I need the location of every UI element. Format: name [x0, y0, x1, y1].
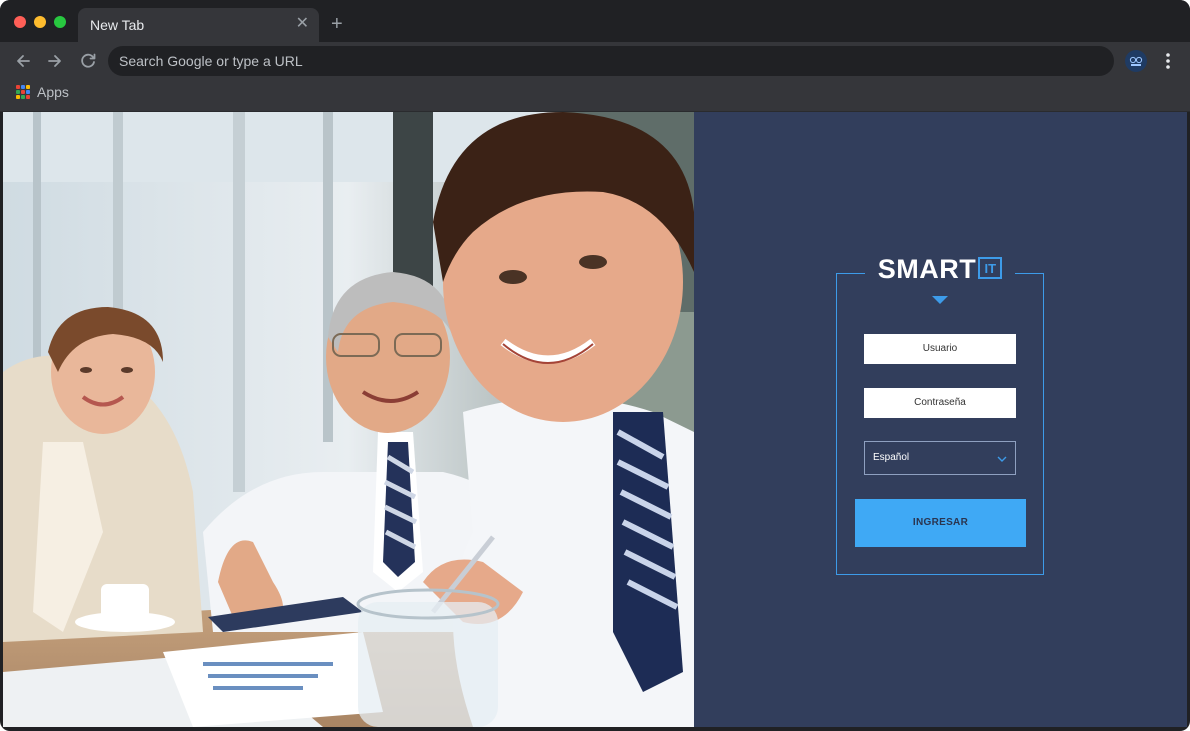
zoom-window-button[interactable]: [54, 16, 66, 28]
language-select-value: Español: [873, 452, 910, 463]
password-field[interactable]: Contraseña: [864, 388, 1016, 418]
tab-new-tab[interactable]: New Tab ✕: [78, 8, 319, 42]
more-options-icon[interactable]: [1160, 51, 1176, 71]
browser-window: New Tab ✕ + Search Google or type a URL: [0, 0, 1190, 731]
forward-arrow-icon[interactable]: [44, 50, 66, 72]
toolbar: Search Google or type a URL: [0, 42, 1190, 80]
login-submit-button[interactable]: INGRESAR: [855, 499, 1026, 547]
business-meeting-photo: [3, 112, 694, 727]
username-field[interactable]: Usuario: [864, 334, 1016, 364]
tab-title: New Tab: [90, 17, 145, 33]
close-window-button[interactable]: [14, 16, 26, 28]
logo-wordmark: SMART: [877, 254, 977, 284]
new-tab-icon[interactable]: +: [331, 13, 343, 35]
address-bar-placeholder: Search Google or type a URL: [119, 53, 303, 69]
apps-grid-icon[interactable]: [16, 85, 30, 99]
tab-close-icon[interactable]: ✕: [296, 15, 309, 33]
address-bar[interactable]: Search Google or type a URL: [108, 46, 1114, 76]
triangle-down-icon: [932, 296, 948, 304]
back-arrow-icon[interactable]: [12, 50, 34, 72]
logo-badge: IT: [978, 257, 1003, 279]
chevron-down-icon: [997, 456, 1007, 462]
bookmark-apps[interactable]: Apps: [37, 84, 69, 100]
profile-avatar-icon[interactable]: [1125, 50, 1147, 72]
page-content: SMART IT Usuario Contraseña Español INGRE…: [3, 112, 1187, 727]
login-panel: SMART IT Usuario Contraseña Español INGRE…: [694, 112, 1187, 727]
logo-badge-text: IT: [984, 261, 997, 276]
tab-strip: New Tab ✕ +: [0, 0, 1190, 42]
language-select[interactable]: Español: [864, 441, 1016, 475]
bookmarks-bar: Apps: [0, 80, 1190, 112]
reload-icon[interactable]: [77, 50, 99, 72]
minimize-window-button[interactable]: [34, 16, 46, 28]
smartit-logo: SMART IT: [865, 252, 1015, 286]
